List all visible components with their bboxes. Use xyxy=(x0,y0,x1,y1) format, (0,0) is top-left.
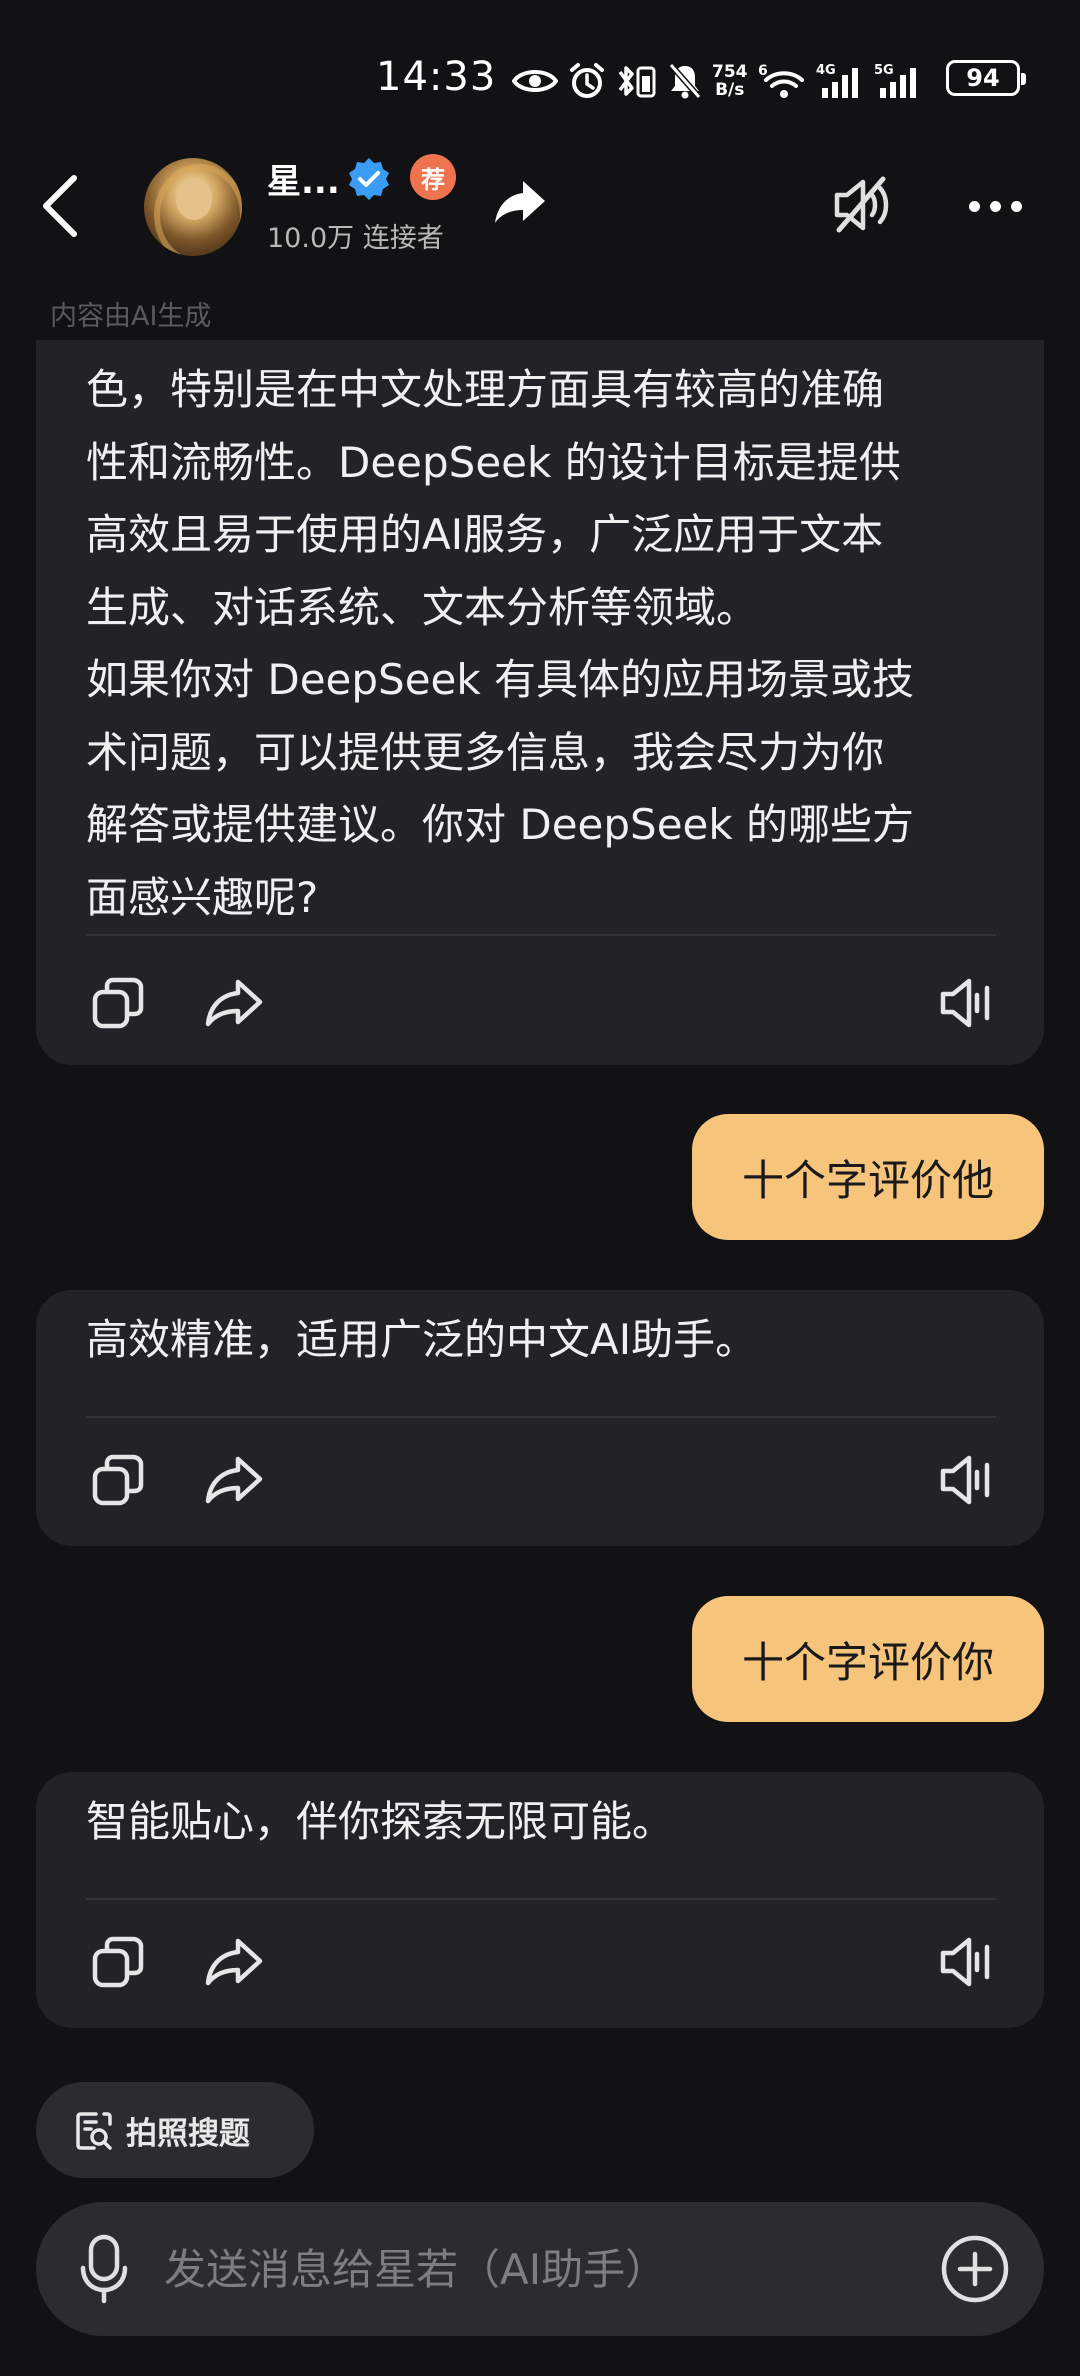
share-message-button[interactable] xyxy=(202,971,266,1035)
share-icon xyxy=(205,1938,263,1986)
copy-button[interactable] xyxy=(86,971,150,1035)
share-icon xyxy=(205,1456,263,1504)
more-options-button[interactable] xyxy=(960,176,1030,236)
read-aloud-button[interactable] xyxy=(936,1930,1000,1994)
copy-button[interactable] xyxy=(86,1930,150,1994)
photo-search-icon xyxy=(76,2112,112,2150)
photo-search-button[interactable]: 拍照搜题 xyxy=(36,2082,314,2178)
message-input-bar xyxy=(36,2202,1044,2336)
plus-circle-icon xyxy=(941,2235,1009,2303)
share-button[interactable] xyxy=(488,170,552,234)
assistant-message-text: 智能贴心，伴你探索无限可能。 xyxy=(86,1797,675,1846)
share-arrow-icon xyxy=(495,181,545,223)
chat-header: 星... 荐 10.0万 连接者 xyxy=(0,140,1080,270)
message-divider xyxy=(86,1898,996,1900)
status-icons: 754 B/s 6 4G 5G xyxy=(512,56,922,106)
message-divider xyxy=(86,934,996,936)
voice-input-button[interactable] xyxy=(74,2232,134,2306)
assistant-message[interactable]: 高效精准，适用广泛的中文AI助手。 xyxy=(36,1290,1044,1546)
photo-search-label: 拍照搜题 xyxy=(126,2115,250,2152)
speaker-icon xyxy=(940,1455,990,1505)
back-button[interactable] xyxy=(28,166,92,246)
assistant-message-text: 色，特别是在中文处理方面具有较高的准确 性和流畅性。DeepSeek 的设计目标… xyxy=(86,365,915,922)
status-bar: 14:33 754 B/s 6 4G 5G 94 xyxy=(0,40,1080,120)
status-time: 14:33 xyxy=(376,54,497,100)
bluetooth-battery-icon xyxy=(616,59,658,103)
mute-voice-button[interactable] xyxy=(828,170,898,240)
svg-text:4G: 4G xyxy=(816,63,836,78)
wifi-icon: 6 xyxy=(758,59,806,103)
copy-icon xyxy=(92,977,144,1029)
speaker-icon xyxy=(940,978,990,1028)
do-not-disturb-icon xyxy=(668,59,702,103)
chevron-left-icon xyxy=(43,175,77,237)
network-speed: 754 B/s xyxy=(712,62,748,100)
copy-icon xyxy=(92,1936,144,1988)
add-attachment-button[interactable] xyxy=(938,2232,1012,2306)
signal-4g-icon: 4G xyxy=(816,59,864,103)
signal-5g-icon: 5G xyxy=(874,59,922,103)
share-message-button[interactable] xyxy=(202,1448,266,1512)
battery-indicator: 94 xyxy=(946,60,1026,96)
svg-text:6: 6 xyxy=(758,63,768,79)
copy-button[interactable] xyxy=(86,1448,150,1512)
share-message-button[interactable] xyxy=(202,1930,266,1994)
alarm-icon xyxy=(568,59,606,103)
microphone-icon xyxy=(80,2234,128,2304)
user-message[interactable]: 十个字评价你 xyxy=(691,1596,1044,1722)
share-icon xyxy=(205,979,263,1027)
copy-icon xyxy=(92,1454,144,1506)
message-input[interactable] xyxy=(164,2234,924,2304)
user-message[interactable]: 十个字评价他 xyxy=(691,1114,1044,1240)
assistant-message[interactable]: 智能贴心，伴你探索无限可能。 xyxy=(36,1772,1044,2028)
connector-count: 10.0万 连接者 xyxy=(267,223,444,254)
more-horizontal-icon xyxy=(968,200,980,212)
assistant-message-text: 高效精准，适用广泛的中文AI助手。 xyxy=(86,1315,758,1364)
svg-text:5G: 5G xyxy=(874,63,894,78)
assistant-message[interactable]: 色，特别是在中文处理方面具有较高的准确 性和流畅性。DeepSeek 的设计目标… xyxy=(36,340,1044,1065)
message-divider xyxy=(86,1416,996,1418)
verified-badge-icon xyxy=(349,158,389,200)
chat-messages[interactable]: 色，特别是在中文处理方面具有较高的准确 性和流畅性。DeepSeek 的设计目标… xyxy=(0,340,1080,2060)
speaker-icon xyxy=(940,1937,990,1987)
read-aloud-button[interactable] xyxy=(936,971,1000,1035)
eye-icon xyxy=(512,59,558,103)
speaker-muted-icon xyxy=(834,176,889,233)
ai-generated-notice: 内容由AI生成 xyxy=(50,301,212,332)
recommended-badge: 荐 xyxy=(410,154,456,200)
contact-name[interactable]: 星... xyxy=(267,154,340,203)
read-aloud-button[interactable] xyxy=(936,1448,1000,1512)
avatar[interactable] xyxy=(144,158,242,256)
